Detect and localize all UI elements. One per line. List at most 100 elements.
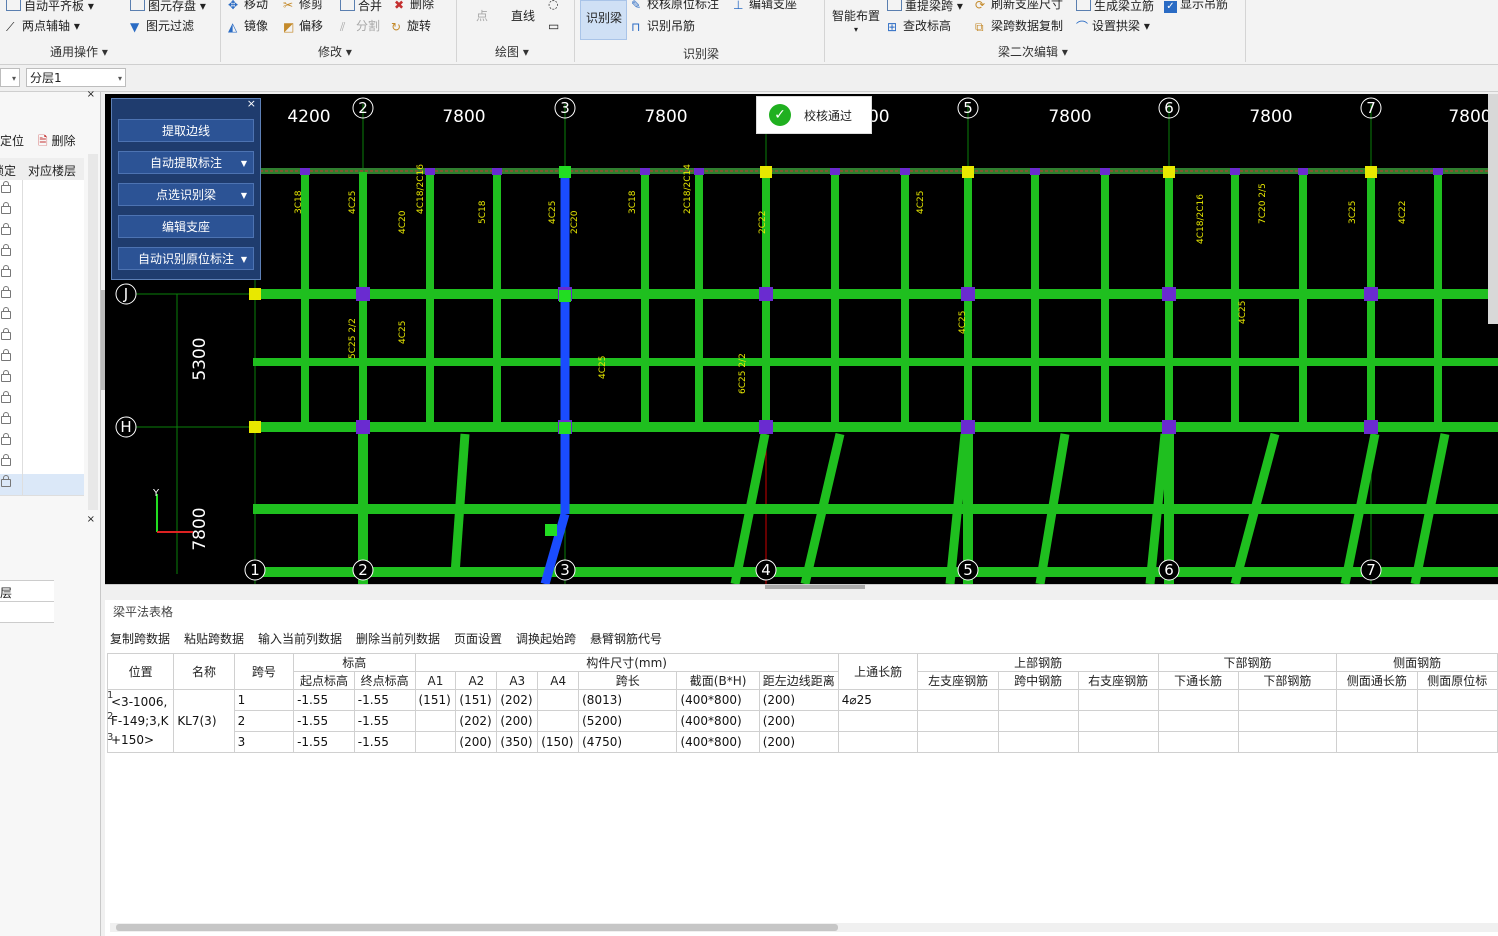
- cell-dist[interactable]: (200): [758, 710, 839, 732]
- cell-len[interactable]: (5200): [578, 710, 678, 732]
- cell-a4[interactable]: (150): [537, 731, 580, 753]
- cell-a4[interactable]: [537, 710, 580, 732]
- cell-start[interactable]: -1.55: [293, 710, 355, 732]
- cell-empty[interactable]: [1336, 710, 1418, 732]
- table-row[interactable]: 3 -1.55 -1.55 (200) (350) (150) (4750) (400*800…: [108, 731, 1498, 753]
- smart-layout-button[interactable]: 智能布置 ▾: [832, 9, 880, 37]
- scroll-thumb[interactable]: [116, 924, 838, 931]
- floor-combo[interactable]: ▾: [0, 68, 20, 87]
- cell-a2[interactable]: (202): [455, 710, 498, 732]
- cell-a1[interactable]: [414, 731, 457, 753]
- collapse-handle[interactable]: [765, 585, 865, 589]
- locate-button[interactable]: 定位: [0, 132, 24, 149]
- drawing-canvas[interactable]: 3C18 4C25 4C20 4C18/2C16 5C18 4C25 2C20 3C18 2C1…: [105, 94, 1498, 584]
- rotate-button[interactable]: ↻ 旋转: [391, 19, 431, 34]
- cell-sec[interactable]: (400*800): [676, 731, 760, 753]
- splitter-bar[interactable]: [105, 584, 1498, 601]
- lock-icon[interactable]: [1, 391, 11, 403]
- point-draw-button[interactable]: 点: [476, 9, 488, 23]
- floor-row[interactable]: [0, 285, 84, 307]
- page-setup-action[interactable]: 页面设置: [454, 630, 502, 647]
- extract-edge-button[interactable]: 提取边线: [118, 119, 254, 142]
- lock-icon[interactable]: [1, 370, 11, 382]
- list-scrollbar[interactable]: [88, 154, 98, 510]
- floor-row[interactable]: [0, 348, 84, 370]
- close-icon[interactable]: ×: [87, 89, 95, 100]
- identify-hanger-button[interactable]: ⊓ 识别吊筋: [631, 19, 695, 34]
- cell-len[interactable]: (4750): [578, 731, 678, 753]
- floor-list-item[interactable]: [0, 601, 54, 623]
- lock-icon[interactable]: [1, 223, 11, 235]
- cell-start[interactable]: -1.55: [293, 731, 355, 753]
- cell-a3[interactable]: (202): [496, 689, 539, 711]
- lock-icon[interactable]: [1, 454, 11, 466]
- delete-column-data-action[interactable]: 删除当前列数据: [356, 630, 440, 647]
- table-hscrollbar[interactable]: [110, 923, 1498, 932]
- cell-dist[interactable]: (200): [758, 689, 839, 711]
- cell-position[interactable]: <3-1006, F-149;3,K +150>: [106, 689, 175, 753]
- floor-row[interactable]: [0, 222, 84, 244]
- cell-empty[interactable]: [1336, 689, 1418, 711]
- offset-button[interactable]: ◩ 偏移: [283, 19, 323, 34]
- input-column-data-action[interactable]: 输入当前列数据: [258, 630, 342, 647]
- move-button[interactable]: ✥ 移动: [228, 0, 268, 12]
- cell-a2[interactable]: (151): [455, 689, 498, 711]
- floor-row[interactable]: [0, 201, 84, 223]
- copy-span-data-action[interactable]: 复制跨数据: [110, 630, 170, 647]
- floor-row[interactable]: [0, 390, 84, 412]
- delete-button[interactable]: ✖ 删除: [394, 0, 434, 12]
- auto-extract-annotation-button[interactable]: 自动提取标注 ▼: [118, 151, 254, 174]
- gen-beam-stirrup-button[interactable]: 生成梁立筋: [1076, 0, 1154, 13]
- cell-empty[interactable]: [1157, 731, 1239, 753]
- lock-icon[interactable]: [1, 265, 11, 277]
- lock-icon[interactable]: [1, 475, 11, 487]
- cell-empty[interactable]: [1077, 710, 1159, 732]
- cell-toplong[interactable]: [837, 731, 919, 753]
- floor-row[interactable]: [0, 327, 84, 349]
- cell-empty[interactable]: [1416, 731, 1498, 753]
- layer-combo[interactable]: 分层1 ▾: [26, 68, 126, 87]
- cell-span[interactable]: 1: [233, 689, 295, 711]
- cell-toplong[interactable]: 4⌀25: [837, 689, 919, 711]
- merge-button[interactable]: 合并: [340, 0, 382, 13]
- cell-empty[interactable]: [1157, 689, 1239, 711]
- lock-icon[interactable]: [1, 181, 11, 193]
- trim-button[interactable]: ✂ 修剪: [283, 0, 323, 12]
- circle-draw-icon[interactable]: ◌: [548, 0, 558, 11]
- floor-row[interactable]: [0, 432, 84, 454]
- point-identify-beam-button[interactable]: 点选识别梁 ▼: [118, 183, 254, 206]
- floor-list-item[interactable]: 层: [0, 580, 54, 601]
- table-row[interactable]: 2 -1.55 -1.55 (202) (200) (5200) (400*800) (200…: [108, 710, 1498, 732]
- re-span-button[interactable]: 重提梁跨 ▾: [887, 0, 963, 13]
- cell-a2[interactable]: (200): [455, 731, 498, 753]
- element-filter-button[interactable]: ▼ 图元过滤: [130, 19, 194, 34]
- cell-empty[interactable]: [1416, 689, 1498, 711]
- cell-dist[interactable]: (200): [758, 731, 839, 753]
- floor-row[interactable]: [0, 264, 84, 286]
- cell-empty[interactable]: [1336, 731, 1418, 753]
- lock-icon[interactable]: [1, 286, 11, 298]
- cell-empty[interactable]: [997, 689, 1079, 711]
- copy-span-data-button[interactable]: ⧉ 梁跨数据复制: [975, 19, 1063, 34]
- cell-sec[interactable]: (400*800): [676, 710, 760, 732]
- save-element-button[interactable]: 图元存盘 ▾: [130, 0, 206, 13]
- split-button[interactable]: ⫽ 分割: [340, 19, 380, 34]
- cell-a1[interactable]: (151): [414, 689, 457, 711]
- lock-icon[interactable]: [1, 433, 11, 445]
- lock-icon[interactable]: [1, 244, 11, 256]
- auto-identify-inplace-button[interactable]: 自动识别原位标注 ▼: [118, 247, 254, 270]
- mirror-button[interactable]: ◭ 镜像: [228, 19, 268, 34]
- close-icon[interactable]: ×: [87, 514, 95, 525]
- cell-toplong[interactable]: [837, 710, 919, 732]
- cell-span[interactable]: 2: [233, 710, 295, 732]
- floor-row[interactable]: [0, 411, 84, 433]
- lock-icon[interactable]: [1, 412, 11, 424]
- cell-empty[interactable]: [997, 710, 1079, 732]
- delete-item-button[interactable]: 🗎 删除: [38, 132, 76, 153]
- close-icon[interactable]: ×: [247, 97, 256, 110]
- floor-row[interactable]: [0, 369, 84, 391]
- lock-icon[interactable]: [1, 307, 11, 319]
- cantilever-code-action[interactable]: 悬臂钢筋代号: [590, 630, 662, 647]
- cell-name[interactable]: KL7(3): [173, 689, 235, 753]
- cell-empty[interactable]: [1077, 689, 1159, 711]
